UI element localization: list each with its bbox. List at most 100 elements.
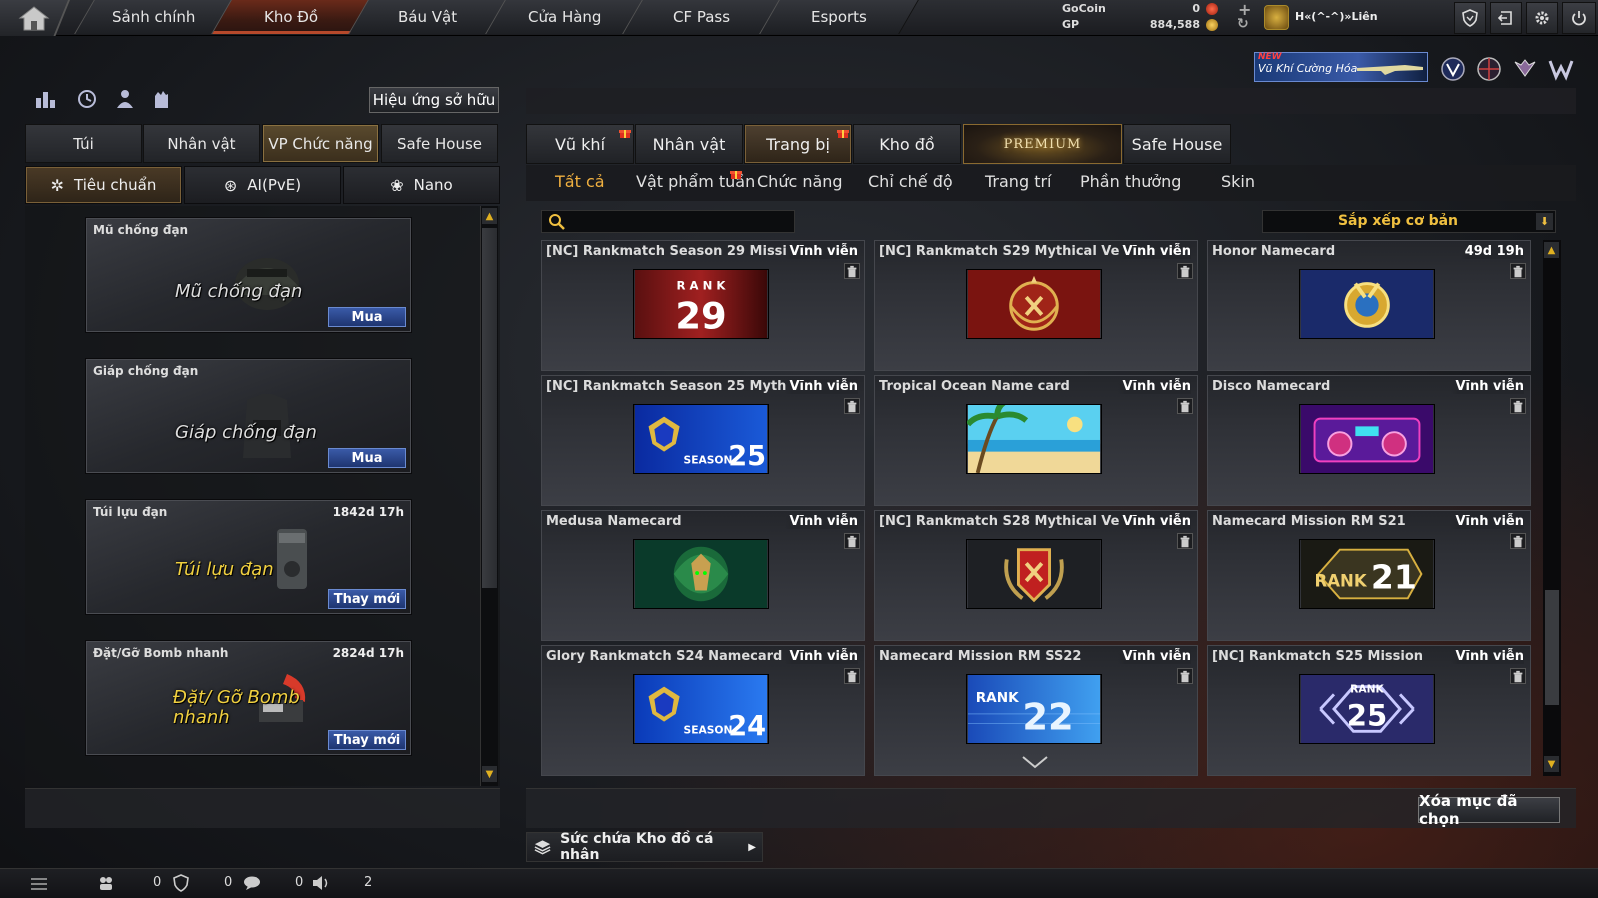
namecard-item[interactable]: [NC] Rankmatch S28 Mythical VeteranVĩnh … [874, 510, 1198, 641]
weapon-upgrade-banner[interactable]: NEW Vũ Khí Cường Hóa [1254, 52, 1428, 82]
namecard-item[interactable]: [NC] Rankmatch S29 Mythical VeteranVĩnh … [874, 240, 1198, 371]
character-icon[interactable] [112, 86, 138, 112]
trash-icon[interactable] [844, 398, 860, 414]
tab-safe-house-right[interactable]: Safe House [1123, 124, 1231, 164]
namecard-item[interactable]: Medusa Namecard Vĩnh viễn [541, 510, 865, 641]
tab-storage[interactable]: Kho đồ [853, 124, 961, 164]
new-badge: NEW [1258, 52, 1282, 62]
subtab-standard[interactable]: ✲ Tiêu chuẩn [25, 166, 182, 204]
namecard-image [1299, 269, 1435, 339]
sort-dropdown[interactable]: Sắp xếp cơ bản ⬇ [1262, 210, 1556, 233]
chevron-down-icon[interactable] [1020, 752, 1050, 772]
trash-icon[interactable] [1177, 398, 1193, 414]
namecard-item[interactable]: Disco Namecard Vĩnh viễn [1207, 375, 1531, 506]
trash-icon[interactable] [1510, 263, 1526, 279]
renew-button[interactable]: Thay mới [328, 589, 406, 609]
scroll-thumb[interactable] [1545, 590, 1559, 705]
home-icon[interactable] [14, 4, 54, 32]
emblem-v-icon[interactable] [1440, 56, 1466, 82]
owned-effect-button[interactable]: Hiệu ứng sở hữu [369, 87, 499, 113]
list-item[interactable]: Giáp chống đạn Giáp chống đạn Mua [86, 359, 411, 473]
subtab-ai-pve[interactable]: ⊛ AI(PvE) [184, 166, 341, 204]
trash-icon[interactable] [1510, 533, 1526, 549]
trash-icon[interactable] [1177, 533, 1193, 549]
scroll-up-icon[interactable]: ▲ [1544, 242, 1559, 258]
grid-scrollbar[interactable]: ▲ ▼ [1543, 240, 1561, 776]
sort-arrow-icon[interactable]: ⬇ [1536, 213, 1553, 230]
scroll-down-icon[interactable]: ▼ [1544, 756, 1559, 772]
trash-icon[interactable] [844, 263, 860, 279]
friends-icon[interactable] [97, 875, 115, 891]
menu-list-icon[interactable] [30, 876, 48, 892]
item-grid: [NC] Rankmatch Season 29 Mission Vĩnh viễ… [541, 240, 1536, 776]
tab-premium[interactable]: PREMIUM [963, 124, 1122, 164]
namecard-item[interactable]: Honor Namecard 49d 19h [1207, 240, 1531, 371]
namecard-art: R A N K 29 [634, 270, 768, 338]
exit-room-button[interactable] [1490, 2, 1522, 34]
namecard-image [966, 404, 1102, 474]
trash-icon[interactable] [1177, 668, 1193, 684]
namecard-item[interactable]: [NC] Rankmatch S25 Mission Vĩnh viễn RANK 2… [1207, 645, 1531, 776]
emblem-globe-icon[interactable] [1476, 56, 1502, 82]
trash-icon[interactable] [1510, 668, 1526, 684]
trash-icon[interactable] [844, 668, 860, 684]
nav-shop[interactable]: Cửa Hàng [485, 0, 645, 34]
tab-bag[interactable]: Túi [25, 124, 142, 163]
delete-selected-button[interactable]: Xóa mục đã chọn [1418, 792, 1560, 828]
buy-button[interactable]: Mua [328, 307, 406, 327]
trash-icon[interactable] [844, 533, 860, 549]
namecard-item[interactable]: Glory Rankmatch S24 Namecard Vĩnh viễn SEA… [541, 645, 865, 776]
tab-functional-items[interactable]: VP Chức năng [262, 124, 379, 163]
tab-safe-house[interactable]: Safe House [381, 124, 498, 163]
search-input[interactable] [541, 210, 795, 233]
emblem-wing-icon[interactable] [1512, 56, 1538, 82]
nav-cf-pass[interactable]: CF Pass [622, 0, 782, 34]
art-caption: SEASON [684, 453, 733, 466]
list-item[interactable]: Đặt/Gỡ Bomb nhanh 2824d 17h Đặt/ Gỡ Bomb… [86, 641, 411, 755]
refresh-icon[interactable]: ↻ [1237, 16, 1249, 32]
shield-button[interactable] [1454, 2, 1486, 34]
scroll-up-icon[interactable]: ▲ [482, 208, 497, 224]
tab-weapons[interactable]: Vũ khí [526, 124, 634, 164]
namecard-item[interactable]: [NC] Rankmatch Season 29 Mission Vĩnh viễ… [541, 240, 865, 371]
tab-label: Trang bị [766, 134, 830, 154]
namecard-item[interactable]: Namecard Mission RM S21 Vĩnh viễn RANK 21 [1207, 510, 1531, 641]
trash-icon[interactable] [1177, 263, 1193, 279]
tab-character[interactable]: Nhân vật [143, 124, 260, 163]
tab-characters[interactable]: Nhân vật [635, 124, 743, 164]
subtab-functional[interactable]: Chức năng [757, 172, 843, 191]
speaker-icon[interactable] [311, 875, 331, 891]
chat-icon[interactable] [243, 875, 261, 891]
namecard-item[interactable]: Tropical Ocean Name card Vĩnh viễn [874, 375, 1198, 506]
scroll-down-icon[interactable]: ▼ [482, 766, 497, 782]
clan-shield-icon[interactable] [172, 874, 190, 892]
left-scrollbar[interactable]: ▲ ▼ [480, 206, 498, 786]
ranking-icon[interactable] [32, 86, 58, 112]
power-button[interactable] [1562, 2, 1596, 34]
nav-esports[interactable]: Esports [759, 0, 919, 34]
item-name: Namecard Mission RM S21 [1212, 514, 1406, 529]
storage-capacity-button[interactable]: Sức chứa Kho đồ cá nhân ▶ [526, 831, 763, 863]
nav-inventory[interactable]: Kho Đồ [211, 0, 371, 34]
scroll-thumb[interactable] [482, 228, 497, 588]
glove-icon[interactable] [148, 86, 174, 112]
trash-icon[interactable] [1510, 398, 1526, 414]
subtab-mode-only[interactable]: Chỉ chế độ [868, 172, 953, 191]
tab-equipment[interactable]: Trang bị [744, 124, 852, 164]
nav-lobby[interactable]: Sảnh chính [74, 0, 234, 34]
history-icon[interactable] [74, 86, 100, 112]
subtab-decoration[interactable]: Trang trí [985, 172, 1051, 191]
subtab-all[interactable]: Tất cả [555, 172, 605, 191]
namecard-item[interactable]: [NC] Rankmatch Season 25 Mythical Vĩnh vi… [541, 375, 865, 506]
user-name[interactable]: H«(^-^)»Liên [1295, 10, 1378, 23]
subtab-skin[interactable]: Skin [1221, 172, 1255, 191]
subtab-rewards[interactable]: Phần thưởng [1080, 172, 1181, 191]
list-item[interactable]: Mũ chống đạn Mũ chống đạn Mua [86, 218, 411, 332]
nav-treasure[interactable]: Báu Vật [348, 0, 508, 34]
renew-button[interactable]: Thay mới [328, 730, 406, 750]
list-item[interactable]: Túi lựu đạn 1842d 17h Túi lựu đạn Thay m… [86, 500, 411, 614]
buy-button[interactable]: Mua [328, 448, 406, 468]
settings-button[interactable] [1526, 2, 1558, 34]
subtab-nano[interactable]: ❀ Nano [343, 166, 500, 204]
emblem-w-icon[interactable] [1548, 56, 1574, 82]
